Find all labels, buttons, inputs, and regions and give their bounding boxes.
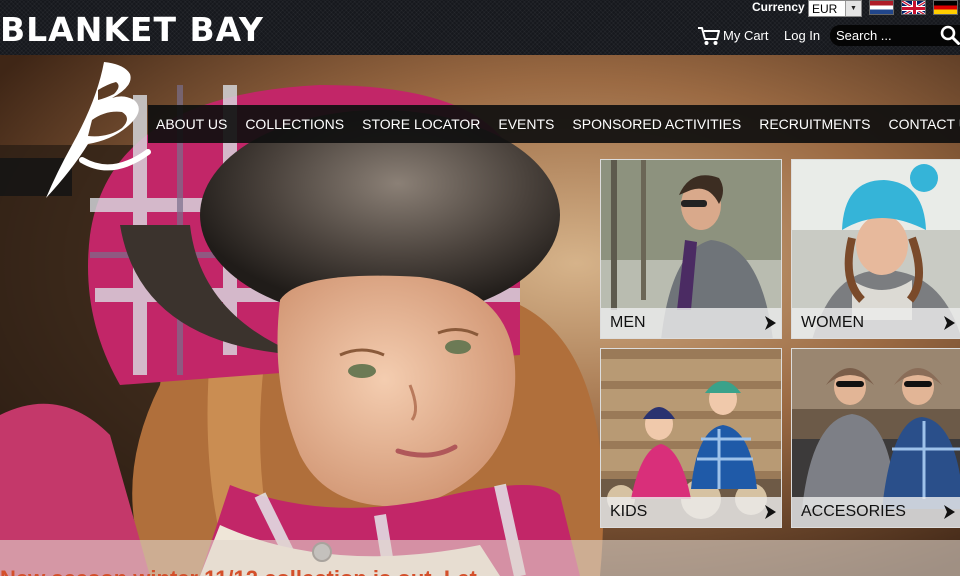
german-flag-icon[interactable] — [933, 0, 958, 15]
news-headline[interactable]: New season winter 11/12 collection is ou… — [0, 566, 477, 576]
category-tile-accesories[interactable]: ACCESORIES — [791, 348, 960, 528]
category-tile-men[interactable]: MEN — [600, 159, 782, 339]
main-navigation: ABOUT US COLLECTIONS STORE LOCATOR EVENT… — [148, 105, 960, 143]
chevron-down-icon[interactable]: ▼ — [845, 1, 861, 16]
currency-value: EUR — [812, 1, 838, 16]
uk-flag-icon[interactable] — [901, 0, 926, 15]
search-input[interactable] — [836, 27, 936, 44]
nav-events[interactable]: EVENTS — [489, 105, 563, 143]
tile-caption-bar: MEN — [601, 308, 781, 338]
tile-caption-bar: KIDS — [601, 497, 781, 527]
tile-label: WOMEN — [801, 314, 865, 331]
login-link[interactable]: Log In — [784, 28, 820, 43]
nav-collections[interactable]: COLLECTIONS — [236, 105, 353, 143]
blanket-bay-b-logo-icon[interactable] — [42, 60, 152, 200]
nav-sponsored-activities[interactable]: SPONSORED ACTIVITIES — [563, 105, 750, 143]
chevron-right-icon[interactable] — [763, 315, 777, 331]
tile-label: ACCESORIES — [801, 503, 906, 520]
my-cart-link[interactable]: My Cart — [723, 28, 769, 43]
nav-about-us[interactable]: ABOUT US — [148, 105, 236, 143]
category-tile-kids[interactable]: KIDS — [600, 348, 782, 528]
chevron-right-icon[interactable] — [763, 504, 777, 520]
tile-caption-bar: WOMEN — [792, 308, 960, 338]
currency-select[interactable]: EUR ▼ — [808, 0, 862, 17]
currency-label: Currency — [752, 0, 805, 14]
category-tile-women[interactable]: WOMEN — [791, 159, 960, 339]
shopping-cart-icon[interactable] — [697, 26, 721, 46]
dutch-flag-icon[interactable] — [869, 0, 894, 15]
nav-recruitments[interactable]: RECRUITMENTS — [750, 105, 879, 143]
search-icon[interactable] — [940, 25, 960, 45]
tile-label: KIDS — [610, 503, 648, 520]
chevron-right-icon[interactable] — [942, 315, 956, 331]
tile-label: MEN — [610, 314, 646, 331]
nav-store-locator[interactable]: STORE LOCATOR — [353, 105, 489, 143]
chevron-right-icon[interactable] — [942, 504, 956, 520]
top-bar: BLANKET BAY Currency EUR ▼ My Cart Log I… — [0, 0, 960, 55]
brand-logo-text[interactable]: BLANKET BAY — [0, 10, 264, 50]
hero-banner: ABOUT US COLLECTIONS STORE LOCATOR EVENT… — [0, 55, 960, 576]
nav-contact-us[interactable]: CONTACT US — [879, 105, 960, 143]
tile-caption-bar: ACCESORIES — [792, 497, 960, 527]
